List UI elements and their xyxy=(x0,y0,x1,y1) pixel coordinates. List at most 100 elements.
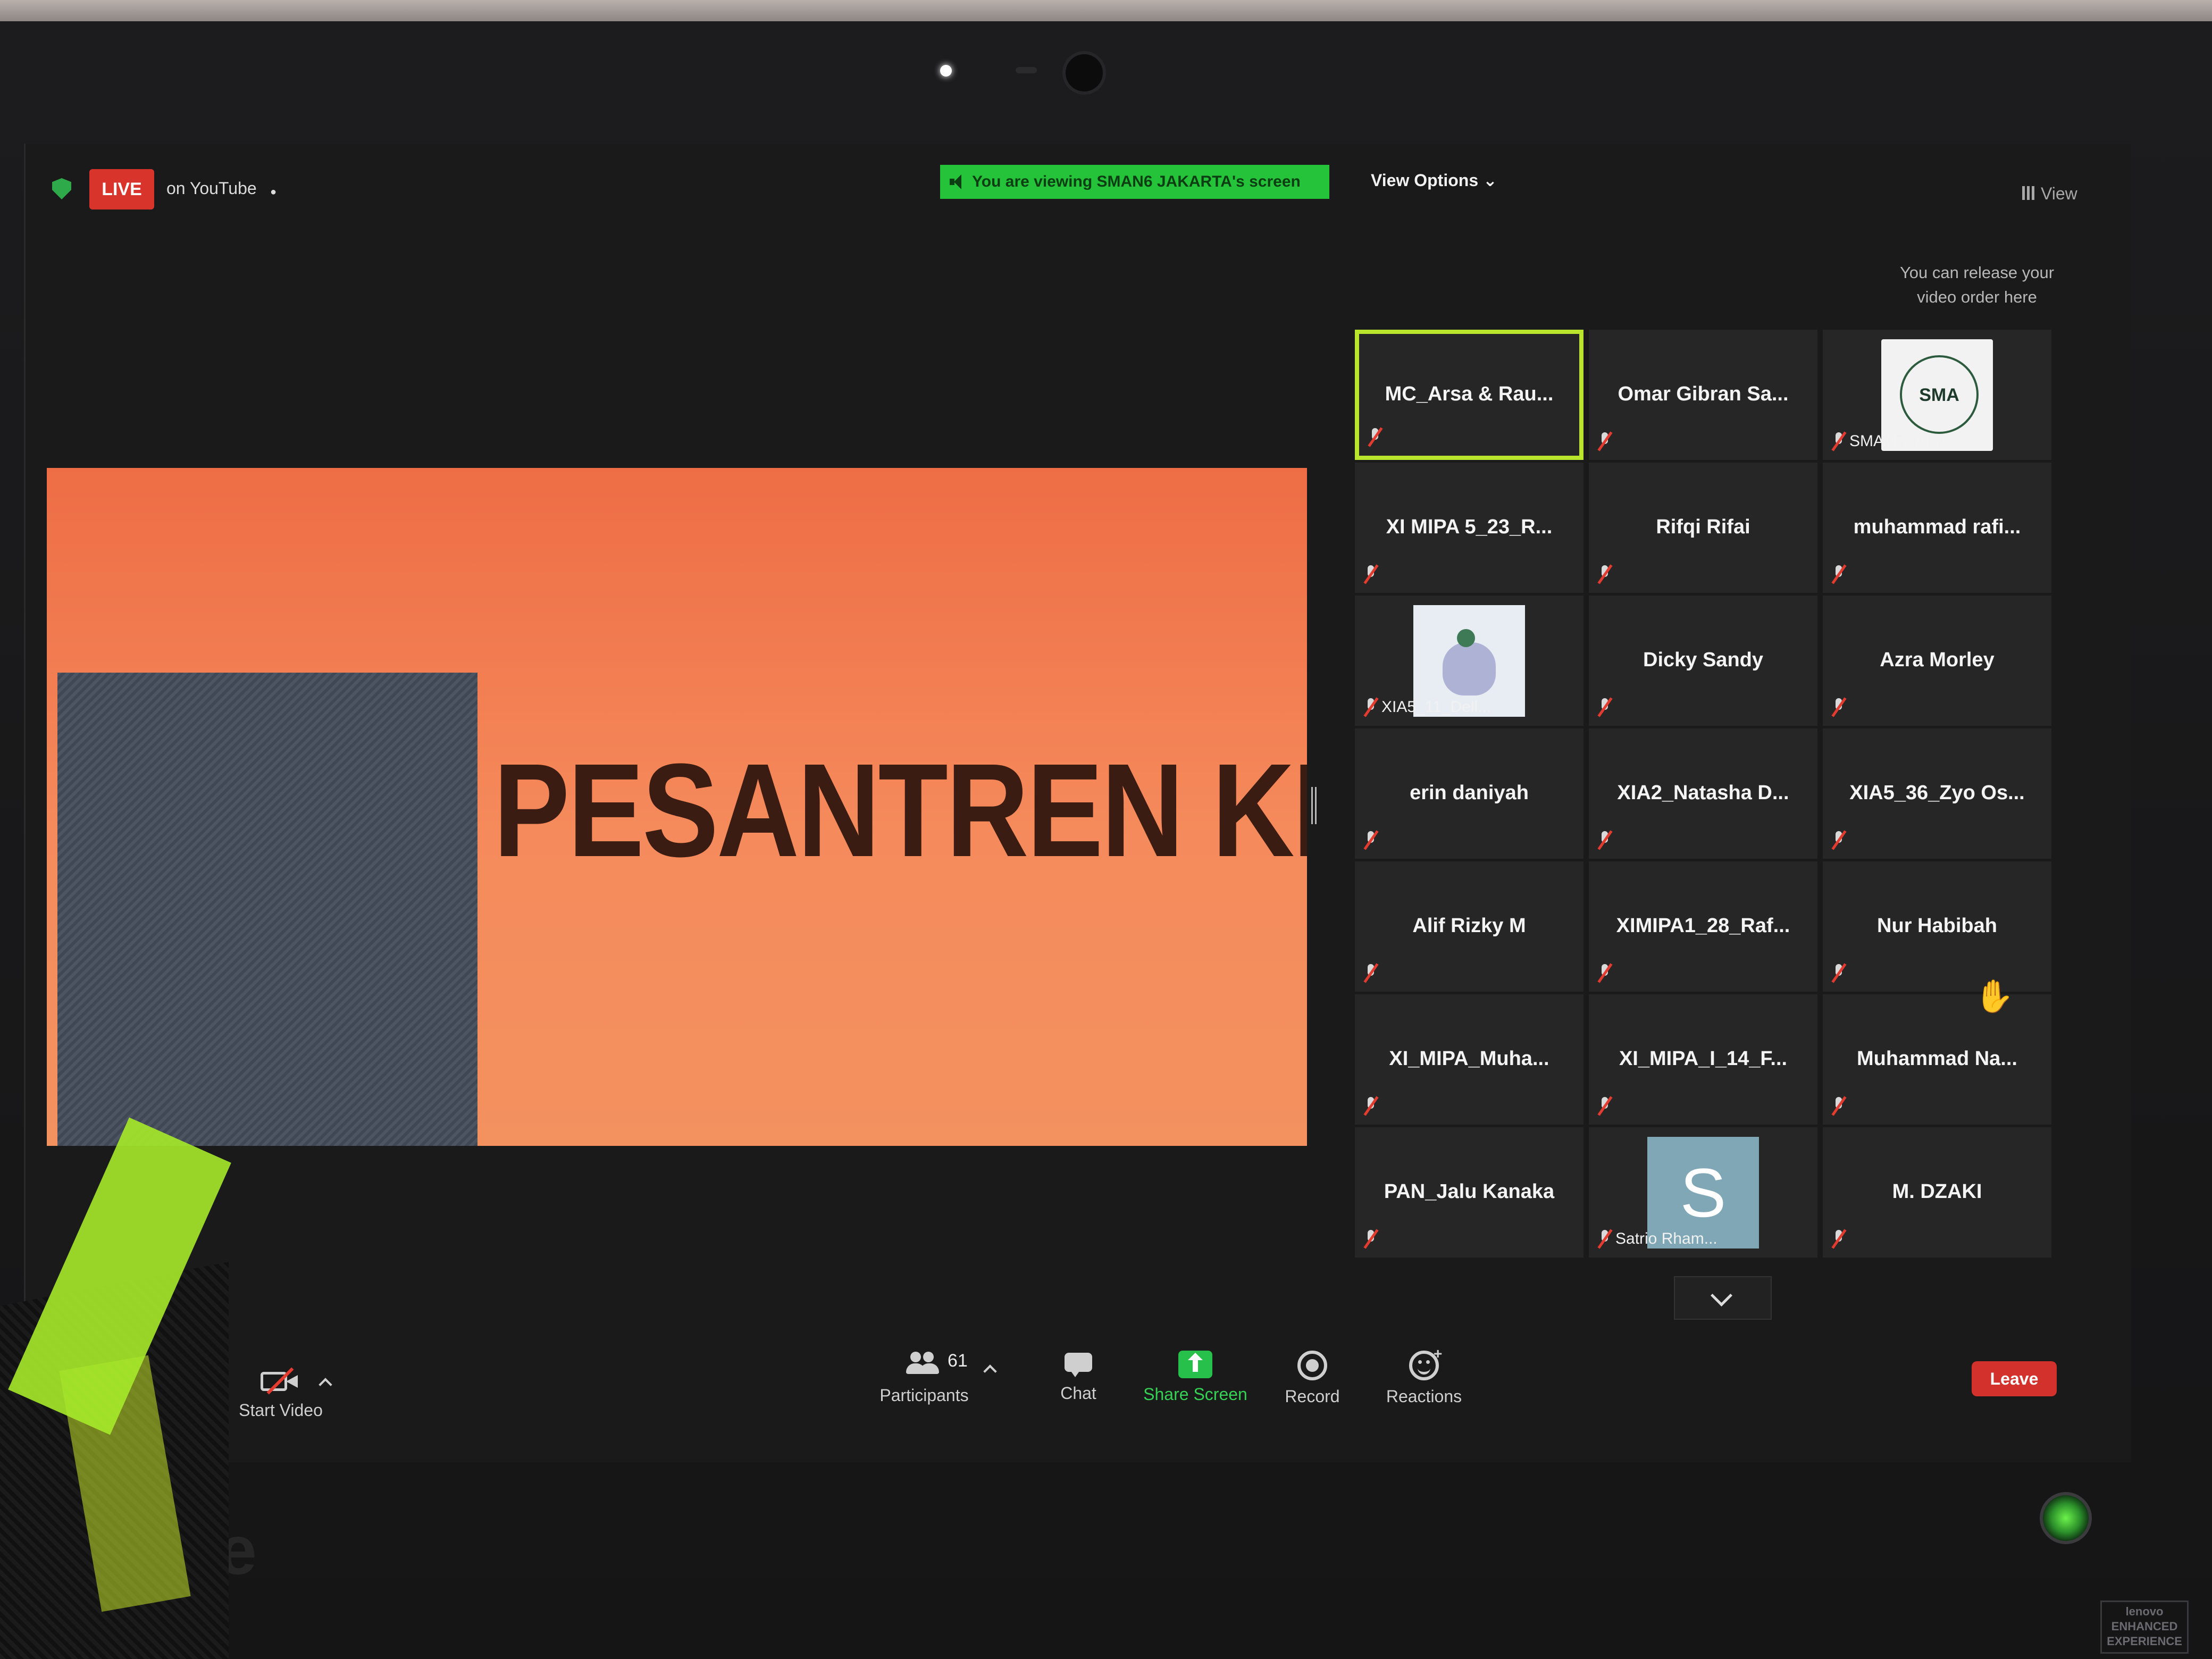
gallery-view-icon[interactable] xyxy=(2022,186,2036,200)
view-options-button[interactable]: View Options ⌄ xyxy=(1371,170,1497,190)
participant-tile[interactable]: Omar Gibran Sa... xyxy=(1589,330,1817,460)
participant-tile[interactable]: XIA5_36_Zyo Os... xyxy=(1823,728,2051,859)
participant-tile[interactable]: Azra Morley xyxy=(1823,596,2051,726)
participant-tile[interactable]: Muhammad Na... xyxy=(1823,994,2051,1125)
participant-tile[interactable]: Dicky Sandy xyxy=(1589,596,1817,726)
mic-muted-icon xyxy=(1831,1229,1847,1249)
mic-muted-icon xyxy=(1831,963,1847,983)
participant-tile[interactable]: XI_MIPA_Muha... xyxy=(1355,994,1583,1125)
participant-name: erin daniyah xyxy=(1410,782,1529,804)
meeting-toolbar: Start Video 61 Participants Chat Share S… xyxy=(26,1345,2131,1462)
participant-gallery: MC_Arsa & Rau... Omar Gibran Sa... SMA SMAN… xyxy=(1355,330,2075,1258)
chat-label: Chat xyxy=(1060,1384,1096,1403)
split-view-handle[interactable] xyxy=(1311,787,1317,824)
start-video-button[interactable]: Start Video xyxy=(228,1367,334,1420)
chevron-down-icon xyxy=(1710,1284,1733,1307)
mic-muted-icon xyxy=(1368,427,1383,447)
participant-tile[interactable]: Rifqi Rifai xyxy=(1589,463,1817,593)
webcam-light xyxy=(940,65,952,77)
viewing-banner: You are viewing SMAN6 JAKARTA's screen xyxy=(940,165,1329,199)
participant-tile[interactable]: XIMIPA1_28_Raf... xyxy=(1589,861,1817,992)
start-video-label: Start Video xyxy=(239,1401,323,1420)
reactions-label: Reactions xyxy=(1386,1387,1462,1406)
mic-muted-icon xyxy=(1831,431,1847,451)
webcam-slot xyxy=(1016,67,1037,73)
mic-muted-icon xyxy=(1597,564,1613,584)
live-badge[interactable]: LIVE xyxy=(89,169,154,210)
video-off-icon xyxy=(261,1367,301,1395)
mic-muted-icon xyxy=(1363,1229,1379,1249)
share-screen-button[interactable]: Share Screen xyxy=(1132,1351,1259,1404)
mic-muted-icon xyxy=(1597,431,1613,451)
mic-muted-icon xyxy=(1363,697,1379,717)
record-button[interactable]: Record xyxy=(1264,1351,1360,1406)
mic-muted-icon xyxy=(1597,1096,1613,1116)
mic-muted-icon xyxy=(1831,697,1847,717)
viewing-banner-text: You are viewing SMAN6 JAKARTA's screen xyxy=(972,173,1301,190)
participant-name: Satrio Rham... xyxy=(1615,1230,1717,1247)
participant-name: XI_MIPA_I_14_F... xyxy=(1619,1048,1788,1070)
mic-muted-icon xyxy=(1831,830,1847,850)
participant-name: SMAN6 JAKA... xyxy=(1849,432,1962,450)
leave-button[interactable]: Leave xyxy=(1972,1361,2057,1396)
chat-icon xyxy=(1062,1351,1094,1377)
security-shield-icon[interactable] xyxy=(52,178,71,199)
participant-name: XIMIPA1_28_Raf... xyxy=(1616,915,1790,937)
participant-tile[interactable]: M. DZAKI xyxy=(1823,1127,2051,1258)
participants-count: 61 xyxy=(948,1351,968,1371)
participant-tile[interactable]: erin daniyah xyxy=(1355,728,1583,859)
participants-label: Participants xyxy=(879,1386,969,1405)
reactions-button[interactable]: + Reactions xyxy=(1371,1345,1477,1406)
record-label: Record xyxy=(1285,1387,1340,1406)
participant-tile[interactable]: MC_Arsa & Rau... xyxy=(1355,330,1583,460)
participant-name: PAN_Jalu Kanaka xyxy=(1384,1180,1555,1203)
participant-tile[interactable]: XI MIPA 5_23_R... xyxy=(1355,463,1583,593)
mic-muted-icon xyxy=(1363,1096,1379,1116)
mic-muted-icon xyxy=(1597,830,1613,850)
participant-tile[interactable]: S Satrio Rham... xyxy=(1589,1127,1817,1258)
participants-button[interactable]: 61 Participants xyxy=(860,1351,988,1405)
participant-name: XIA5_11_Dell... xyxy=(1381,698,1492,716)
live-status-dot-icon: ● xyxy=(270,186,277,198)
participant-name: Muhammad Na... xyxy=(1857,1048,2017,1070)
participant-tile[interactable]: muhammad rafi... xyxy=(1823,463,2051,593)
participant-name: MC_Arsa & Rau... xyxy=(1385,383,1554,405)
mic-muted-icon xyxy=(1831,1096,1847,1116)
mic-muted-icon xyxy=(1363,963,1379,983)
mic-muted-icon xyxy=(1597,697,1613,717)
release-video-order-hint[interactable]: You can release your video order here xyxy=(1881,261,2073,309)
chevron-down-icon: ⌄ xyxy=(1483,171,1497,190)
school-emblem-text: SMA xyxy=(1919,385,1959,405)
view-button[interactable]: View xyxy=(2041,184,2077,204)
slide-image-panel xyxy=(57,673,477,1146)
participant-name: XI_MIPA_Muha... xyxy=(1389,1048,1549,1070)
mic-muted-icon xyxy=(1363,564,1379,584)
power-button-icon[interactable] xyxy=(2040,1492,2092,1544)
participant-tile[interactable]: XIA2_Natasha D... xyxy=(1589,728,1817,859)
speaker-icon xyxy=(950,174,962,189)
chat-button[interactable]: Chat xyxy=(1036,1351,1121,1403)
participant-tile[interactable]: PAN_Jalu Kanaka xyxy=(1355,1127,1583,1258)
participants-icon: 61 xyxy=(905,1351,968,1379)
lenovo-badge: lenovo ENHANCED EXPERIENCE xyxy=(2100,1601,2189,1654)
live-destination[interactable]: on YouTube xyxy=(166,179,257,198)
participant-name: Dicky Sandy xyxy=(1643,649,1763,671)
participant-name: XIA5_36_Zyo Os... xyxy=(1849,782,2025,804)
participant-tile[interactable]: SMA SMAN6 JAKA... xyxy=(1823,330,2051,460)
participant-name: Omar Gibran Sa... xyxy=(1618,383,1789,405)
view-options-label: View Options xyxy=(1371,171,1479,190)
share-screen-icon xyxy=(1178,1351,1212,1378)
shared-screen: PESANTREN KILAT xyxy=(47,468,1307,1146)
participant-tile[interactable]: XIA5_11_Dell... xyxy=(1355,596,1583,726)
participant-tile[interactable]: Alif Rizky M xyxy=(1355,861,1583,992)
participant-name: M. DZAKI xyxy=(1892,1180,1982,1203)
participant-tile[interactable]: Nur Habibah xyxy=(1823,861,2051,992)
mic-muted-icon xyxy=(1831,564,1847,584)
mic-muted-icon xyxy=(1597,963,1613,983)
participant-name: Azra Morley xyxy=(1880,649,1995,671)
webcam-lens xyxy=(1062,51,1106,95)
participant-name: Nur Habibah xyxy=(1877,915,1997,937)
zoom-window: LIVE on YouTube ● You are viewing SMAN6 … xyxy=(24,144,2131,1462)
gallery-next-page-button[interactable] xyxy=(1674,1276,1772,1320)
participant-tile[interactable]: XI_MIPA_I_14_F... xyxy=(1589,994,1817,1125)
